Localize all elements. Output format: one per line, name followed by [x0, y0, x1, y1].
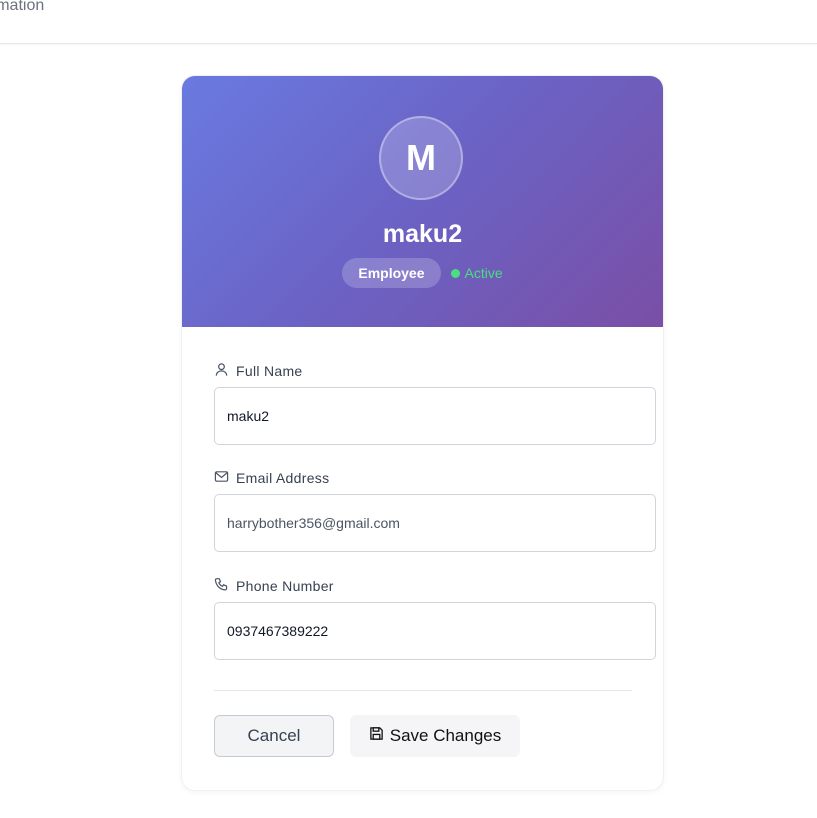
- full-name-label: Full Name: [236, 363, 303, 379]
- role-badge: Employee: [342, 258, 441, 288]
- status-label: Active: [464, 265, 503, 281]
- status-dot-icon: [450, 268, 460, 278]
- phone-label: Phone Number: [236, 578, 334, 594]
- status-badge: Active: [450, 265, 503, 281]
- profile-header: M maku2 Employee Active: [182, 76, 663, 327]
- save-button-label: Save Changes: [389, 726, 502, 745]
- save-changes-button[interactable]: Save Changes: [350, 715, 520, 757]
- email-label: Email Address: [236, 470, 330, 486]
- cancel-button[interactable]: Cancel: [214, 715, 334, 757]
- full-name-label-row: Full Name: [214, 361, 656, 381]
- profile-card: M maku2 Employee Active Full Name maku2 …: [181, 75, 664, 791]
- user-icon: [214, 362, 229, 380]
- full-name-group: Full Name: [214, 361, 656, 445]
- phone-label-row: Phone Number: [214, 576, 656, 596]
- cancel-button-label: Cancel: [247, 726, 301, 745]
- save-icon: [369, 726, 384, 746]
- top-bar: ormation: [0, 0, 817, 44]
- page-title: ormation: [0, 0, 45, 14]
- email-input[interactable]: [214, 494, 656, 552]
- profile-badges: Employee Active: [182, 258, 663, 288]
- phone-icon: [214, 577, 229, 595]
- profile-username: maku2: [382, 220, 463, 248]
- avatar: M: [379, 116, 463, 200]
- phone-input[interactable]: [214, 602, 656, 660]
- email-group: Email Address: [214, 468, 656, 552]
- phone-group: Phone Number: [214, 576, 656, 660]
- mail-icon: [214, 469, 229, 487]
- email-label-row: Email Address: [214, 468, 656, 488]
- full-name-input[interactable]: [214, 387, 656, 445]
- form-divider: [214, 690, 632, 691]
